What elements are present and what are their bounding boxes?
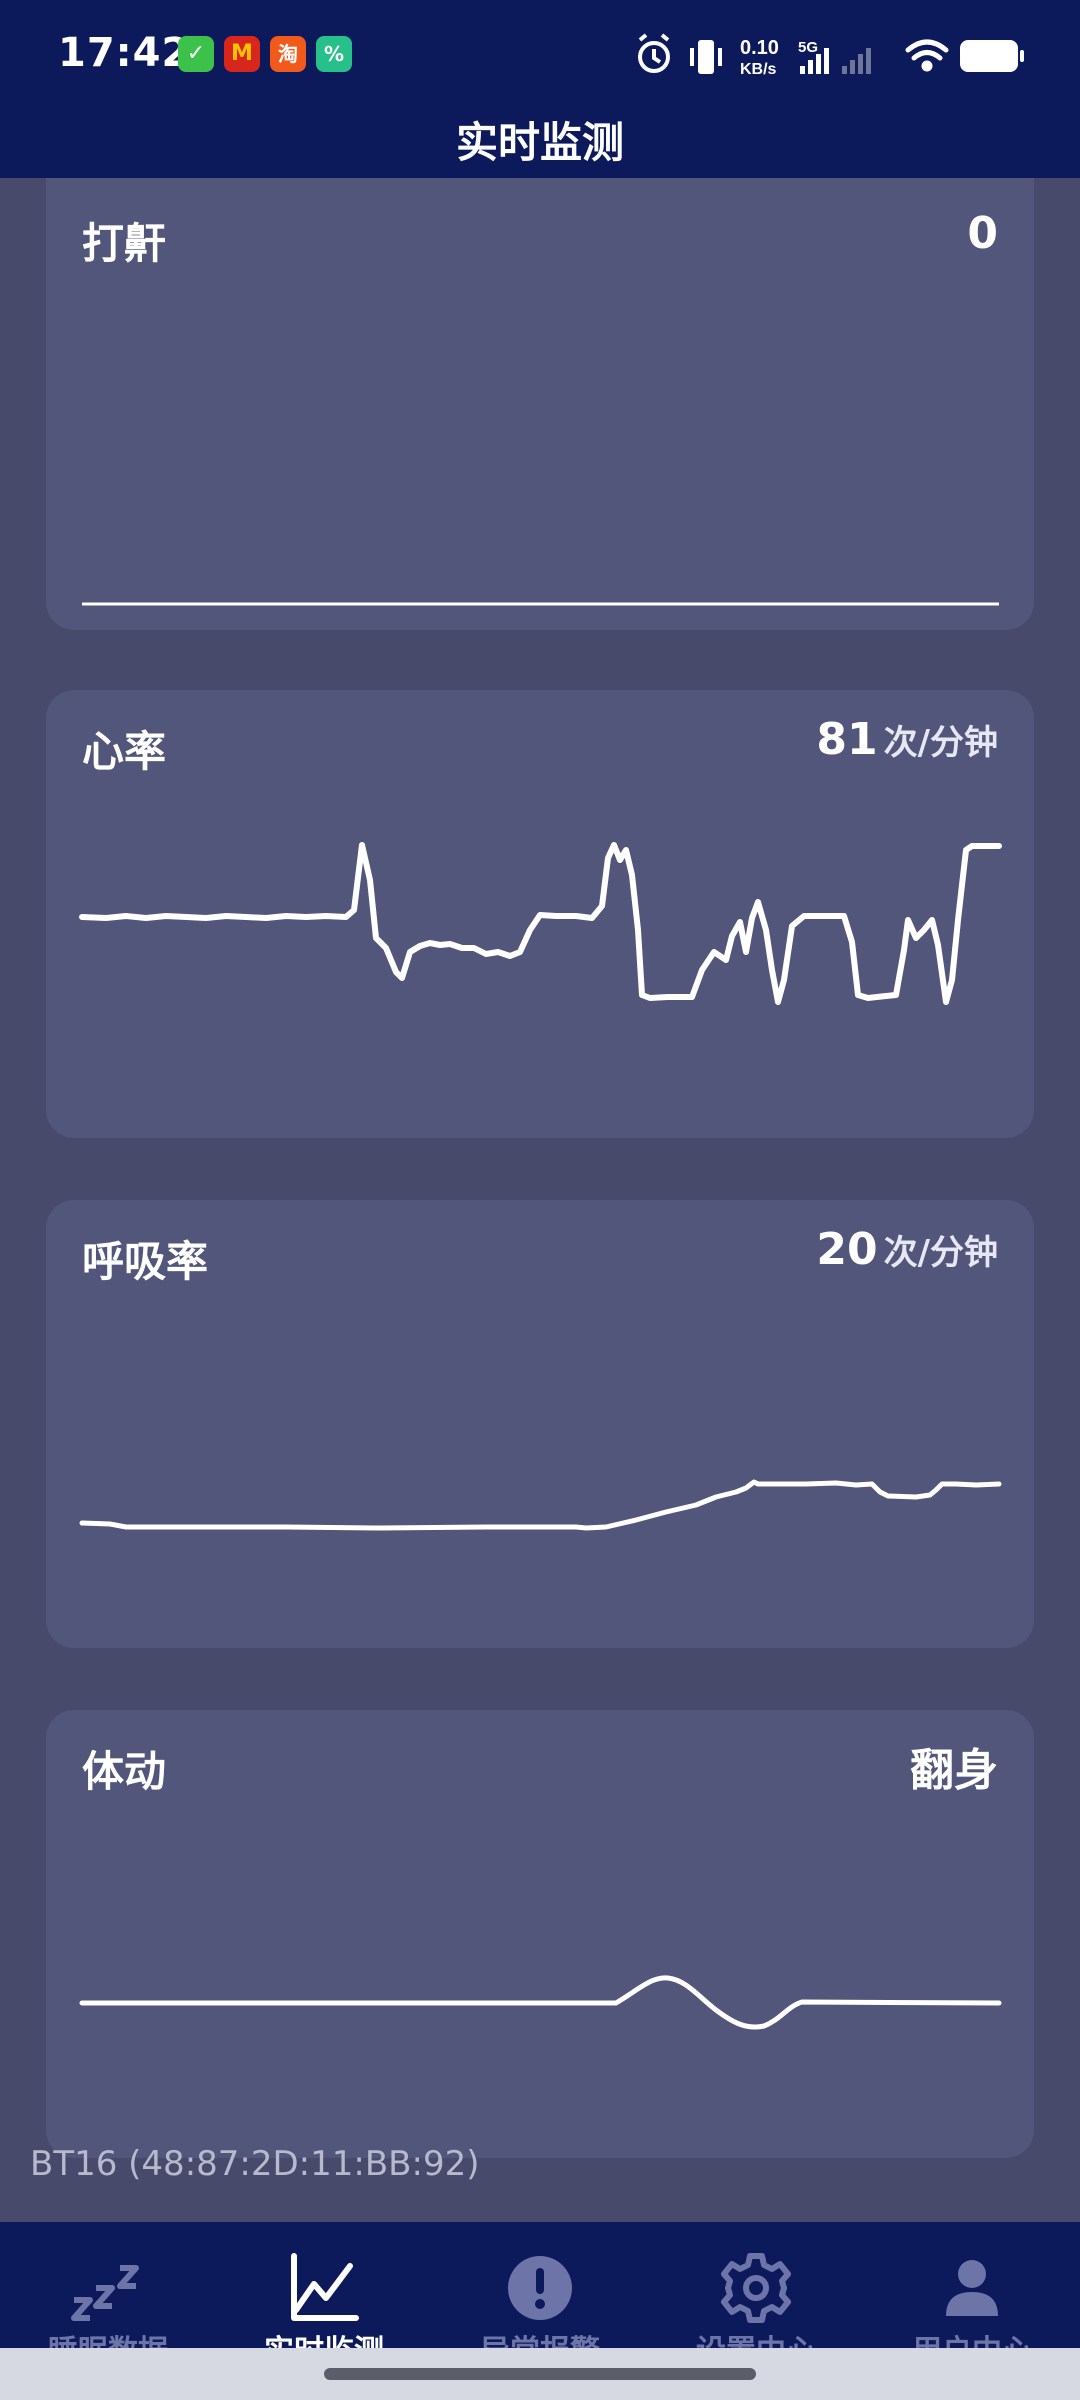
- app-percent-icon: %: [316, 36, 352, 72]
- respiration-card: 呼吸率 20 次/分钟: [46, 1200, 1034, 1648]
- network-speed-unit: KB/s: [740, 61, 777, 78]
- header: 实时监测: [0, 112, 1080, 178]
- gear-icon: [721, 2253, 791, 2323]
- heart-rate-card: 心率 81 次/分钟: [46, 690, 1034, 1138]
- body-motion-card: 体动 翻身: [46, 1710, 1034, 2158]
- snore-card: 打鼾 0: [46, 178, 1034, 630]
- user-icon: [946, 2260, 998, 2316]
- signal-2-icon: [842, 48, 871, 74]
- status-icons: 0.10 KB/s 5G: [638, 33, 1024, 78]
- network-speed: 0.10: [740, 37, 779, 59]
- alarm-icon: [638, 33, 670, 73]
- sleep-zzz-icon: [71, 2265, 139, 2321]
- gesture-handle[interactable]: [324, 2368, 756, 2380]
- status-bar: 17:42 ✓ M 淘 % 0.10 KB/s 5G: [0, 0, 1080, 112]
- network-type: 5G: [798, 39, 818, 56]
- page-title: 实时监测: [455, 118, 624, 167]
- taobao-icon: 淘: [270, 36, 306, 72]
- body-motion-waveform: [79, 1975, 1002, 2030]
- alert-icon: [508, 2256, 572, 2320]
- device-id: BT16 (48:87:2D:11:BB:92): [30, 2144, 480, 2184]
- wechat-like-icon: ✓: [178, 36, 214, 72]
- snore-waveform: [82, 602, 999, 606]
- vibrate-icon: [690, 40, 722, 74]
- wifi-icon: [905, 39, 949, 72]
- status-time: 17:42: [58, 30, 191, 76]
- mcdonalds-icon: M: [224, 36, 260, 72]
- respiration-waveform: [79, 1479, 1002, 1531]
- heart-rate-waveform: [79, 842, 1002, 1005]
- line-chart-icon: [291, 2253, 359, 2321]
- battery-icon: [960, 40, 1024, 72]
